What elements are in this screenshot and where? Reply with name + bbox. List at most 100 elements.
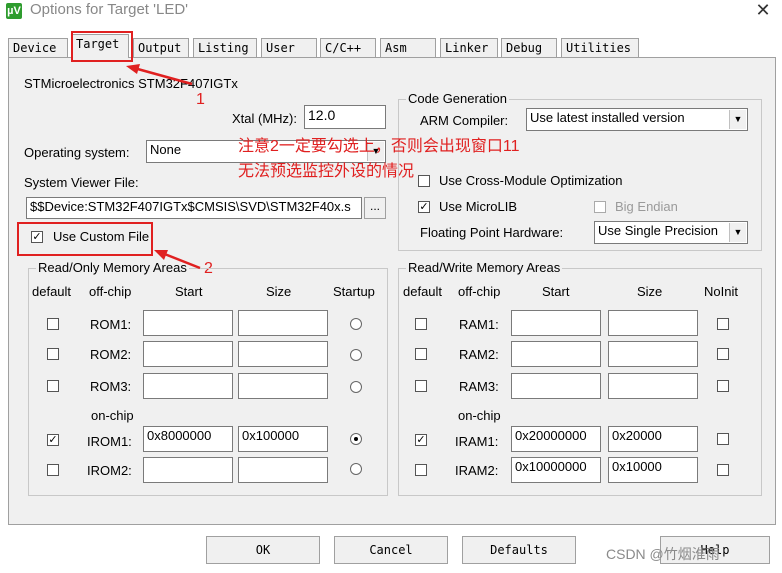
rom2-size-input[interactable]: [238, 341, 328, 367]
iram2-size-input[interactable]: 0x10000: [608, 457, 698, 483]
cancel-button[interactable]: Cancel: [334, 536, 448, 564]
fp-hardware-label: Floating Point Hardware:: [420, 225, 564, 240]
ram2-start-input[interactable]: [511, 341, 601, 367]
irom1-size-input[interactable]: 0x100000: [238, 426, 328, 452]
rw-header-start: Start: [542, 284, 570, 299]
close-button[interactable]: ✕: [748, 0, 778, 20]
ro-header-start: Start: [175, 284, 203, 299]
rom2-label: ROM2:: [90, 347, 132, 362]
ro-header-startup: Startup: [333, 284, 375, 299]
annotation-note-line2: 无法预选监控外设的情况: [238, 163, 415, 180]
svd-path-input[interactable]: $$Device:STM32F407IGTx$CMSIS\SVD\STM32F4…: [26, 197, 362, 219]
irom2-default-checkbox[interactable]: [47, 464, 59, 476]
rom1-default-checkbox[interactable]: [47, 318, 59, 330]
tab-user[interactable]: User: [261, 38, 317, 58]
annotation-arrow-1: [126, 64, 193, 86]
irom2-start-input[interactable]: [143, 457, 233, 483]
microlib-label: Use MicroLIB: [439, 199, 518, 214]
ram3-start-input[interactable]: [511, 373, 601, 399]
rom3-start-input[interactable]: [143, 373, 233, 399]
rom3-label: ROM3:: [90, 379, 132, 394]
irom2-startup-radio[interactable]: [350, 463, 362, 475]
cross-module-checkbox[interactable]: [418, 175, 430, 187]
ram1-noinit-checkbox[interactable]: [717, 318, 729, 330]
ram2-default-checkbox[interactable]: [415, 348, 427, 360]
xtal-label: Xtal (MHz):: [232, 111, 297, 126]
microlib-checkbox[interactable]: ✓: [418, 201, 430, 213]
ro-header-size: Size: [266, 284, 292, 299]
rw-header-size: Size: [637, 284, 663, 299]
code-generation-title: Code Generation: [406, 91, 510, 106]
rom1-start-input[interactable]: [143, 310, 233, 336]
irom1-startup-radio[interactable]: [350, 433, 362, 445]
tab-cc[interactable]: C/C++: [320, 38, 376, 58]
irom1-default-checkbox[interactable]: ✓: [47, 434, 59, 446]
iram2-label: IRAM2:: [455, 463, 499, 478]
svd-browse-button[interactable]: ...: [364, 197, 386, 219]
irom1-start-input[interactable]: 0x8000000: [143, 426, 233, 452]
arm-compiler-select[interactable]: Use latest installed version ▼: [526, 108, 748, 131]
iram1-default-checkbox[interactable]: ✓: [415, 434, 427, 446]
rom3-startup-radio[interactable]: [350, 381, 362, 393]
rom2-default-checkbox[interactable]: [47, 348, 59, 360]
iram1-start-input[interactable]: 0x20000000: [511, 426, 601, 452]
use-custom-file-checkbox[interactable]: ✓: [31, 231, 43, 243]
csdn-watermark: CSDN @竹烟淮雨: [606, 546, 720, 562]
tab-device[interactable]: Device: [8, 38, 68, 58]
tab-asm[interactable]: Asm: [380, 38, 436, 58]
ram2-size-input[interactable]: [608, 341, 698, 367]
fp-hardware-select[interactable]: Use Single Precision ▼: [594, 221, 748, 244]
tab-debug[interactable]: Debug: [501, 38, 557, 58]
ram1-start-input[interactable]: [511, 310, 601, 336]
os-select-value: None: [150, 142, 182, 157]
ram3-default-checkbox[interactable]: [415, 380, 427, 392]
annotation-arrow-2: [154, 250, 201, 270]
iram2-default-checkbox[interactable]: [415, 464, 427, 476]
use-custom-file-label: Use Custom File: [53, 229, 150, 244]
ram1-size-input[interactable]: [608, 310, 698, 336]
arm-compiler-value: Use latest installed version: [530, 110, 685, 125]
defaults-button[interactable]: Defaults: [462, 536, 576, 564]
os-label: Operating system:: [24, 145, 130, 160]
rw-header-default: default: [403, 284, 443, 299]
ram2-noinit-checkbox[interactable]: [717, 348, 729, 360]
chevron-down-icon: ▼: [729, 110, 746, 129]
rom3-default-checkbox[interactable]: [47, 380, 59, 392]
iram2-noinit-checkbox[interactable]: [717, 464, 729, 476]
chevron-down-icon: ▼: [729, 223, 746, 242]
tab-linker[interactable]: Linker: [440, 38, 498, 58]
big-endian-checkbox[interactable]: [594, 201, 606, 213]
xtal-input[interactable]: 12.0: [304, 105, 386, 129]
ok-button[interactable]: OK: [206, 536, 320, 564]
ram3-size-input[interactable]: [608, 373, 698, 399]
annotation-note-line1: 注意2一定要勾选上，否则会出现窗口11: [238, 138, 520, 155]
iram1-label: IRAM1:: [455, 434, 499, 449]
iram2-start-input[interactable]: 0x10000000: [511, 457, 601, 483]
fp-hardware-value: Use Single Precision: [598, 223, 718, 238]
arm-compiler-label: ARM Compiler:: [420, 113, 509, 128]
iram1-size-input[interactable]: 0x20000: [608, 426, 698, 452]
rom2-startup-radio[interactable]: [350, 349, 362, 361]
rw-onchip-label: on-chip: [458, 408, 501, 423]
window-title: Options for Target 'LED': [30, 1, 189, 18]
ro-header-default: default: [32, 284, 72, 299]
tab-output[interactable]: Output: [133, 38, 189, 58]
tab-utilities[interactable]: Utilities: [561, 38, 639, 58]
rom1-label: ROM1:: [90, 317, 132, 332]
rom2-start-input[interactable]: [143, 341, 233, 367]
readwrite-memory-title: Read/Write Memory Areas: [406, 260, 563, 275]
iram1-noinit-checkbox[interactable]: [717, 433, 729, 445]
big-endian-label: Big Endian: [615, 199, 678, 214]
rw-header-offchip: off-chip: [458, 284, 501, 299]
irom2-size-input[interactable]: [238, 457, 328, 483]
ram1-default-checkbox[interactable]: [415, 318, 427, 330]
ram3-noinit-checkbox[interactable]: [717, 380, 729, 392]
svd-label: System Viewer File:: [24, 175, 139, 190]
rw-header-noinit: NoInit: [704, 284, 738, 299]
rom3-size-input[interactable]: [238, 373, 328, 399]
irom1-label: IROM1:: [87, 434, 132, 449]
tab-listing[interactable]: Listing: [193, 38, 257, 58]
cross-module-label: Use Cross-Module Optimization: [439, 173, 623, 188]
rom1-size-input[interactable]: [238, 310, 328, 336]
rom1-startup-radio[interactable]: [350, 318, 362, 330]
